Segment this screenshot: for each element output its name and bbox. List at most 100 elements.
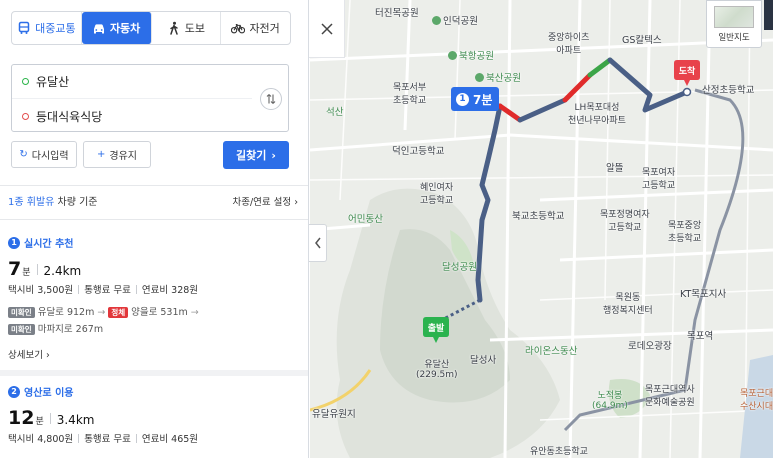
chevron-left-icon: [314, 237, 321, 249]
distance: 3.4km: [56, 413, 95, 427]
traffic-badge-unknown: 미확인: [8, 324, 35, 335]
map-label: 혜인여자 고등학교: [420, 180, 453, 206]
map-label-text: 목포서부: [393, 83, 427, 93]
map-label: 목포역: [687, 331, 714, 342]
map-control-edge: [764, 0, 773, 30]
map-label-text: 유달산: [424, 360, 450, 370]
plus-icon: +: [97, 149, 106, 160]
add-waypoint-button[interactable]: + 경유지: [83, 141, 151, 168]
map-label-text: 초등학교: [668, 234, 702, 244]
origin-dot-icon: [22, 78, 29, 85]
map-label-text: 목원동: [615, 293, 641, 303]
route-number-badge: 2: [8, 385, 20, 398]
swap-button[interactable]: [260, 88, 282, 110]
route-action-buttons: ↻ 다시입력 + 경유지 길찾기 ›: [11, 141, 289, 169]
map-label-text: 행정복지센터: [603, 306, 653, 316]
fee-info: 택시비 3,500원 통행료 무료 연료비 328원: [8, 282, 303, 296]
taxi-fare: 택시비 3,500원: [8, 285, 74, 296]
route-result-2[interactable]: 2 영산로 이용 12 분 3.4km 택시비 4,800원 통행료 무료 연료…: [8, 384, 303, 445]
map-label: 중앙하이츠 아파트: [548, 30, 589, 56]
tab-bicycle[interactable]: 자전거: [221, 12, 290, 44]
map-label: 북교초등학교: [512, 211, 565, 222]
origin-pin[interactable]: 출발: [423, 317, 449, 347]
route-number-badge: 1: [8, 236, 20, 249]
divider: [0, 219, 308, 220]
map-label: 산정초등학교: [702, 85, 755, 96]
map-label: 유달유원지: [312, 409, 356, 420]
destination-dot-icon: [22, 112, 29, 120]
map-label-text: 천년나무아파트: [568, 116, 626, 126]
road-segment-line: 미확인 유달로 912m → 정체 양을로 531m →: [8, 304, 303, 321]
map-label-text: 고등학교: [608, 223, 642, 233]
road-segment: 마파지로 267m: [37, 324, 104, 335]
destination-pin[interactable]: 도착: [674, 60, 700, 90]
result-title-text: 실시간 추천: [24, 239, 74, 250]
map-label: 인덕공원: [432, 13, 478, 27]
travel-time: 12: [8, 407, 35, 429]
map-type-label: 일반지도: [718, 33, 750, 43]
road-segments: 미확인 유달로 912m → 정체 양을로 531m → 미확인 마파지로 267m: [8, 304, 303, 338]
divider: [0, 185, 308, 186]
find-route-button[interactable]: 길찾기 ›: [223, 141, 289, 169]
map-label: 목포중앙초등학교: [668, 218, 701, 244]
collapse-panel-button[interactable]: [309, 224, 327, 262]
detail-link[interactable]: 상세보기 ›: [8, 347, 303, 361]
park-icon: [448, 51, 457, 60]
result-title: 1 실시간 추천: [8, 235, 303, 250]
map-view[interactable]: 터진목공원 인덕공원 중앙하이츠 아파트 GS칼텍스 목포서부 초등학교 북항공원 …: [310, 0, 773, 458]
origin-field[interactable]: 유달산: [12, 65, 252, 99]
reset-label: 다시입력: [31, 151, 69, 162]
map-label-text: 인덕공원: [443, 16, 478, 27]
map-label-text: LH목포대성: [574, 103, 620, 113]
destination-field[interactable]: 등대식육식당: [12, 99, 252, 133]
map-canvas: [310, 0, 773, 458]
separator: [78, 284, 80, 294]
map-label-text: 문화예술공원: [645, 398, 695, 408]
vehicle-settings-label: 차종/연료 설정: [232, 196, 292, 208]
road-segment: 유달로 912m: [37, 307, 95, 318]
directions-panel: 대중교통 자동차 도보 자전거 유달산 등대식육식당 ↻ 다시입력 + 경유지 …: [0, 0, 309, 458]
separator: [36, 264, 38, 275]
map-label: 알뜰: [606, 163, 624, 174]
map-label: 목포근대역사문화예술공원: [645, 382, 695, 408]
separator: [49, 413, 51, 424]
result-summary: 12 분 3.4km: [8, 407, 303, 429]
map-type-toggle[interactable]: 일반지도: [706, 0, 762, 48]
origin-value: 유달산: [36, 75, 70, 89]
map-label: 석산: [326, 107, 344, 118]
route-time-badge[interactable]: 1 7분: [451, 87, 500, 111]
map-label: 덕인고등학교: [392, 146, 445, 157]
vehicle-settings-link[interactable]: 차종/연료 설정 ›: [232, 194, 298, 208]
fee-info: 택시비 4,800원 통행료 무료 연료비 465원: [8, 431, 303, 445]
map-label: 터진목공원: [375, 8, 419, 19]
swap-arrows-icon: [266, 94, 276, 104]
fuel-cost: 연료비 465원: [141, 434, 199, 445]
tab-walk[interactable]: 도보: [152, 12, 222, 44]
result-summary: 7 분 2.4km: [8, 258, 303, 280]
tab-transit[interactable]: 대중교통: [12, 12, 82, 44]
find-label: 길찾기: [236, 149, 267, 162]
map-label-text: 목포근대역사: [645, 385, 695, 395]
map-label: 로데오광장: [628, 341, 672, 352]
close-button[interactable]: [309, 0, 345, 58]
map-label-text: 고등학교: [420, 196, 454, 206]
route-number-badge: 1: [456, 92, 469, 106]
map-label: KT목포지사: [680, 289, 727, 300]
transport-mode-tabs: 대중교통 자동차 도보 자전거: [11, 11, 291, 45]
tab-car[interactable]: 자동차: [81, 12, 152, 44]
map-label-text: 북항공원: [459, 51, 494, 62]
map-label-text: 목포중앙: [668, 221, 702, 231]
map-label-text: 목포정명여자: [600, 210, 650, 220]
distance: 2.4km: [43, 264, 82, 278]
route-result-1[interactable]: 1 실시간 추천 7 분 2.4km 택시비 3,500원 통행료 무료 연료비…: [8, 235, 303, 361]
car-icon: [93, 24, 104, 34]
detail-label: 상세보기: [8, 350, 43, 361]
reset-button[interactable]: ↻ 다시입력: [11, 141, 77, 168]
map-label: 달성공원: [442, 262, 477, 273]
map-label-text: (64.9m): [592, 401, 628, 411]
map-label-text: 수산시대: [740, 402, 773, 412]
map-label: 달성사: [470, 355, 497, 366]
result-title: 2 영산로 이용: [8, 384, 303, 399]
bicycle-icon: [231, 23, 246, 34]
bus-icon: [18, 21, 30, 34]
